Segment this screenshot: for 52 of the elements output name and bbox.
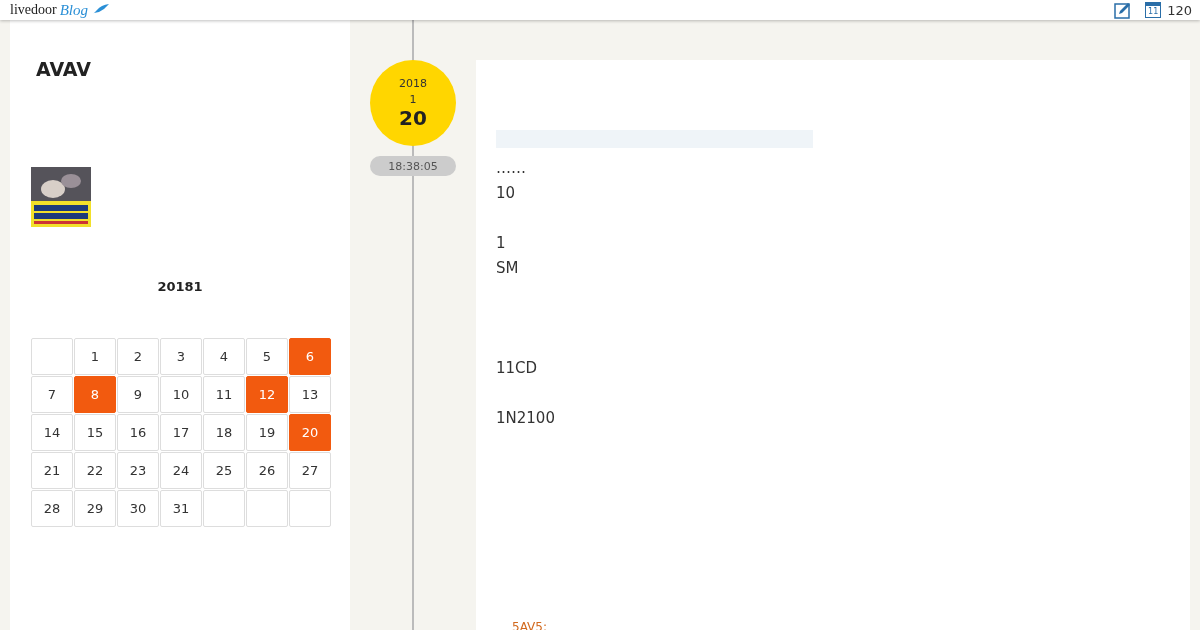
- post-text-line: 10: [496, 183, 517, 204]
- post-text-line: ……: [496, 158, 527, 179]
- calendar-day[interactable]: 12: [246, 376, 288, 413]
- calendar-day: 1: [74, 338, 116, 375]
- calendar-day: 21: [31, 452, 73, 489]
- edit-icon[interactable]: [1114, 1, 1132, 19]
- calendar-day[interactable]: 6: [289, 338, 331, 375]
- empty-day-cell: [246, 490, 288, 527]
- calendar-day: 4: [203, 338, 245, 375]
- post-text-line: 11CD: [496, 358, 539, 379]
- post-day: 20: [399, 105, 427, 130]
- calendar-icon[interactable]: 11: [1145, 2, 1162, 18]
- empty-day-cell: [31, 338, 73, 375]
- calendar-day: 11: [203, 376, 245, 413]
- calendar-day: 18: [203, 414, 245, 451]
- calendar-day: 17: [160, 414, 202, 451]
- calendar-day: 3: [160, 338, 202, 375]
- calendar-day: 2: [117, 338, 159, 375]
- post-month: 1: [409, 92, 417, 106]
- empty-day-cell: [203, 490, 245, 527]
- calendar-day: 5: [246, 338, 288, 375]
- calendar-day: 10: [160, 376, 202, 413]
- post-text-line: 1: [496, 233, 507, 254]
- post-time: 18:38:05: [370, 156, 456, 176]
- calendar-day: 14: [31, 414, 73, 451]
- calendar-day: 31: [160, 490, 202, 527]
- post-text-line: 1N2100: [496, 408, 556, 429]
- calendar-day[interactable]: 8: [74, 376, 116, 413]
- calendar-day: 13: [289, 376, 331, 413]
- post-text-line: SM: [496, 258, 520, 279]
- calendar-day: 9: [117, 376, 159, 413]
- calendar-day: 30: [117, 490, 159, 527]
- calendar-day: 22: [74, 452, 116, 489]
- logo-text[interactable]: Blog: [59, 1, 88, 19]
- count-text: 120: [1167, 2, 1192, 18]
- calendar-day: 23: [117, 452, 159, 489]
- calendar-day: 24: [160, 452, 202, 489]
- calendar-day: 15: [74, 414, 116, 451]
- calendar-day: 27: [289, 452, 331, 489]
- calendar-title: 20181: [156, 279, 204, 294]
- calendar-day: 16: [117, 414, 159, 451]
- blog-title[interactable]: AVAV: [36, 58, 329, 82]
- post-year: 2018: [399, 76, 427, 90]
- logo-text[interactable]: livedoor: [10, 2, 57, 18]
- calendar-day: 7: [31, 376, 73, 413]
- calendar-day: 26: [246, 452, 288, 489]
- calendar-day: 28: [31, 490, 73, 527]
- calendar-day: 19: [246, 414, 288, 451]
- calendar-day[interactable]: 20: [289, 414, 331, 451]
- calendar-day: 29: [74, 490, 116, 527]
- empty-day-cell: [289, 490, 331, 527]
- calendar-day: 25: [203, 452, 245, 489]
